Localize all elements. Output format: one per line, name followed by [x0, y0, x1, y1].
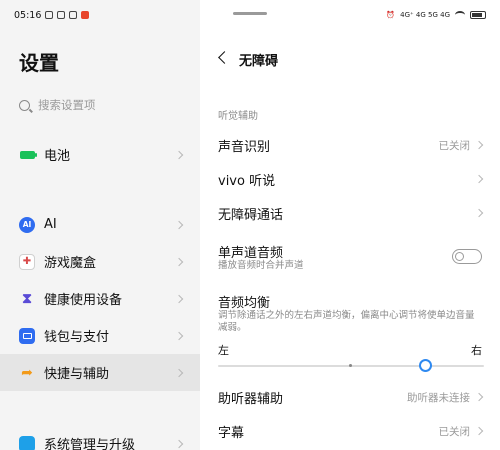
- balance-left-label: 左: [218, 344, 229, 357]
- chevron-right-icon: [174, 150, 184, 159]
- status-bar-left: 05:16: [14, 8, 90, 22]
- setting-audio-balance: 音频均衡 调节除通话之外的左右声道均衡，偏离中心调节将使单边音量减弱。: [218, 292, 484, 338]
- search-placeholder: 搜索设置项: [38, 98, 96, 112]
- setting-value: 助听器未连接: [407, 392, 470, 404]
- setting-label: 助听器辅助: [218, 392, 284, 407]
- mono-audio-toggle[interactable]: [452, 249, 482, 264]
- chevron-right-icon: [174, 220, 184, 229]
- setting-label: vivo 听说: [218, 174, 276, 189]
- chevron-right-icon: [474, 208, 484, 218]
- setting-value: 已关闭: [438, 426, 471, 438]
- settings-sidebar: 05:16 设置 搜索设置项 电池 AI AI ✚ 游戏魔盒 ⧗ 健康使用设备 …: [0, 0, 200, 450]
- setting-mono-audio[interactable]: 单声道音频 播放音频时合并声道: [218, 242, 484, 274]
- status-time: 05:16: [14, 9, 42, 21]
- setting-label: 单声道音频: [218, 246, 284, 261]
- accessibility-panel: ⏰ 4G⁺ 4G 5G 4G 无障碍 听觉辅助 声音识别 已关闭 vivo 听说…: [200, 0, 500, 450]
- chevron-right-icon: [474, 426, 484, 436]
- setting-label: 字幕: [218, 426, 245, 441]
- wifi-icon: [455, 11, 465, 19]
- setting-vivo-listen[interactable]: vivo 听说: [218, 170, 484, 190]
- system-icon: [19, 435, 35, 450]
- chevron-right-icon: [474, 140, 484, 150]
- sidebar-item-wallet[interactable]: 钱包与支付: [0, 317, 200, 354]
- chevron-right-icon: [174, 331, 184, 340]
- setting-sound-recognition[interactable]: 声音识别 已关闭: [218, 136, 484, 156]
- sidebar-item-label: 电池: [44, 149, 71, 164]
- chevron-right-icon: [174, 257, 184, 266]
- notification-icon: [45, 11, 54, 19]
- shortcut-icon: ➦: [21, 364, 33, 381]
- sidebar-item-label: 健康使用设备: [44, 293, 123, 308]
- setting-label: 声音识别: [218, 140, 271, 155]
- headset-icon: [57, 11, 66, 19]
- signal-text: 4G⁺ 4G 5G 4G: [400, 11, 450, 19]
- balance-slider-track[interactable]: [218, 364, 484, 367]
- search-icon: [19, 99, 30, 111]
- sidebar-item-label: 钱包与支付: [44, 330, 110, 345]
- sidebar-item-game-box[interactable]: ✚ 游戏魔盒: [0, 243, 200, 280]
- setting-hearing-aid[interactable]: 助听器辅助 助听器未连接: [218, 388, 484, 408]
- status-bar-right: ⏰ 4G⁺ 4G 5G 4G: [386, 8, 486, 22]
- setting-description: 播放音频时合并声道: [218, 260, 304, 271]
- chevron-right-icon: [174, 368, 184, 377]
- app-notification-icon: [81, 11, 90, 19]
- wallet-icon: [19, 327, 35, 344]
- battery-status-icon: [470, 11, 486, 19]
- gallery-icon: [69, 11, 78, 19]
- setting-captions[interactable]: 字幕 已关闭: [218, 422, 484, 442]
- battery-icon: [19, 147, 37, 163]
- panel-title: 无障碍: [239, 54, 279, 69]
- sidebar-item-label: 游戏魔盒: [44, 256, 97, 271]
- sidebar-item-shortcuts-accessibility[interactable]: ➦ 快捷与辅助: [0, 354, 200, 391]
- ai-icon: AI: [19, 216, 35, 233]
- search-bar[interactable]: 搜索设置项: [19, 96, 96, 114]
- setting-description: 调节除通话之外的左右声道均衡，偏离中心调节将使单边音量减弱。: [218, 310, 475, 333]
- sidebar-item-system[interactable]: 系统管理与升级: [0, 425, 200, 450]
- chevron-right-icon: [474, 392, 484, 402]
- section-header-hearing: 听觉辅助: [218, 111, 258, 122]
- sidebar-item-ai[interactable]: AI AI: [0, 206, 200, 243]
- page-title: 设置: [19, 51, 59, 75]
- setting-label: 音频均衡: [218, 296, 271, 311]
- center-marker: [349, 364, 352, 367]
- sidebar-item-healthy-usage[interactable]: ⧗ 健康使用设备: [0, 280, 200, 317]
- setting-value: 已关闭: [438, 140, 471, 152]
- sidebar-item-label: 快捷与辅助: [44, 367, 110, 382]
- sidebar-item-label: 系统管理与升级: [44, 438, 136, 450]
- game-controller-icon: ✚: [19, 253, 35, 270]
- chevron-right-icon: [174, 439, 184, 448]
- toggle-knob: [455, 252, 464, 261]
- hourglass-icon: ⧗: [22, 290, 32, 307]
- sidebar-item-label: AI: [44, 217, 57, 232]
- sidebar-item-battery[interactable]: 电池: [0, 136, 200, 173]
- setting-accessible-call[interactable]: 无障碍通话: [218, 204, 484, 224]
- chevron-right-icon: [174, 294, 184, 303]
- balance-slider-thumb[interactable]: [418, 359, 432, 372]
- setting-label: 无障碍通话: [218, 208, 284, 223]
- alarm-icon: ⏰: [386, 11, 396, 19]
- drag-handle[interactable]: [233, 12, 267, 15]
- chevron-right-icon: [474, 174, 484, 184]
- balance-right-label: 右: [471, 344, 482, 357]
- back-arrow-icon[interactable]: [218, 51, 231, 64]
